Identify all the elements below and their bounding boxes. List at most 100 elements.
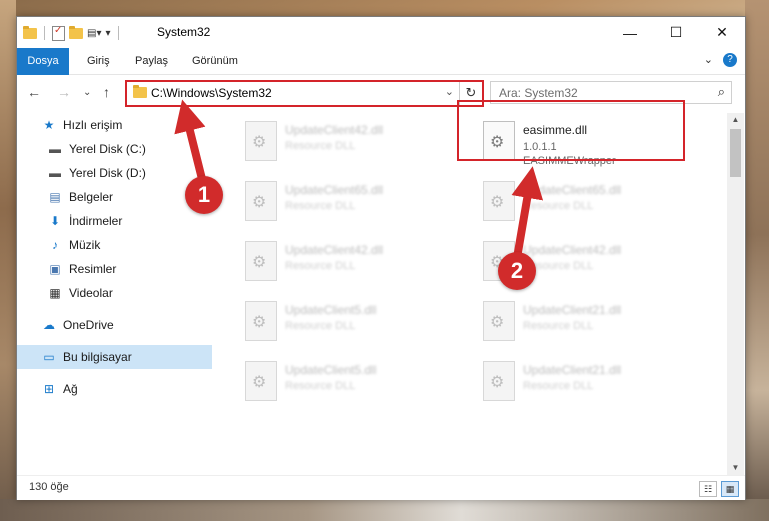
toolbar-dropdown-icon[interactable]: ▾ (105, 28, 110, 39)
sidebar-item-videos[interactable]: ▦ Videolar 📌 (17, 281, 242, 305)
sidebar-item-label: OneDrive (63, 318, 114, 332)
file-description: Resource DLL (285, 200, 356, 212)
sidebar-item-label: Müzik (69, 238, 101, 252)
file-description: Resource DLL (523, 200, 594, 212)
step-1-badge: 1 (185, 176, 223, 214)
new-folder-icon[interactable] (69, 25, 83, 39)
drive-icon: ▬ (49, 166, 61, 180)
up-button[interactable]: ↑ (103, 84, 110, 100)
forward-button[interactable]: → (57, 84, 71, 100)
file-item[interactable]: UpdateClient65.dll Resource DLL (475, 177, 700, 233)
search-icon[interactable]: ⌕ (718, 84, 725, 100)
dll-file-icon (245, 121, 277, 161)
quick-access-toolbar: ▤▾ ▾ (23, 25, 122, 41)
file-description: Resource DLL (285, 380, 356, 392)
file-item[interactable]: UpdateClient21.dll Resource DLL (475, 297, 700, 353)
dll-file-icon (245, 241, 277, 281)
back-button[interactable]: ← (27, 84, 41, 100)
folder-icon (133, 85, 147, 98)
file-name: UpdateClient5.dll (285, 363, 377, 377)
file-item[interactable]: UpdateClient5.dll Resource DLL (237, 357, 462, 413)
star-icon: ★ (43, 118, 55, 132)
address-dropdown-icon[interactable]: ⌄ (445, 85, 454, 98)
sidebar-item-label: Ağ (63, 382, 78, 396)
file-item[interactable]: UpdateClient42.dll Resource DLL (237, 117, 462, 173)
file-item[interactable]: UpdateClient65.dll Resource DLL (237, 177, 462, 233)
file-name: UpdateClient65.dll (285, 183, 384, 197)
sidebar-item-label: Belgeler (69, 190, 114, 204)
status-bar: 130 öğe ☷ ▦ (17, 475, 745, 500)
minimize-button[interactable]: — (607, 17, 653, 48)
dll-file-icon (245, 301, 277, 341)
title-bar: ▤▾ ▾ System32 — ☐ ✕ (17, 17, 745, 48)
sidebar-item-quick-access[interactable]: ★ Hızlı erişim (17, 113, 236, 137)
file-description: Resource DLL (523, 380, 594, 392)
video-icon: ▦ (49, 286, 61, 300)
close-button[interactable]: ✕ (699, 17, 745, 48)
sidebar-item-music[interactable]: ♪ Müzik 📌 (17, 233, 242, 257)
item-count: 130 öğe (29, 481, 69, 493)
ribbon: Dosya Giriş Paylaş Görünüm ⌄ ? (17, 48, 745, 104)
tab-share[interactable]: Paylaş (135, 48, 168, 74)
ribbon-controls: ⌄ ? (704, 53, 737, 67)
desktop-background-left (0, 0, 16, 521)
toolbar-divider (44, 26, 45, 40)
folder-icon[interactable] (23, 25, 37, 39)
dll-file-icon (483, 361, 515, 401)
file-name: UpdateClient42.dll (523, 243, 622, 257)
download-icon: ⬇ (49, 214, 61, 228)
file-name: UpdateClient21.dll (523, 363, 622, 377)
file-item[interactable]: UpdateClient5.dll Resource DLL (237, 297, 462, 353)
scrollbar-thumb[interactable] (730, 129, 741, 177)
easimme-highlight-box (457, 100, 685, 161)
file-item[interactable]: UpdateClient21.dll Resource DLL (475, 357, 700, 413)
sidebar-item-onedrive[interactable]: ☁ OneDrive (17, 313, 236, 337)
sidebar-item-disk-c[interactable]: ▬ Yerel Disk (C:) 📌 (17, 137, 242, 161)
desktop-background-right (745, 0, 769, 521)
maximize-button[interactable]: ☐ (653, 17, 699, 48)
sidebar-item-network[interactable]: ⊞ Ağ (17, 377, 236, 401)
drive-icon: ▬ (49, 142, 61, 156)
navigation-pane: ★ Hızlı erişim ▬ Yerel Disk (C:) 📌 ▬ Yer… (17, 113, 236, 473)
documents-icon: ▤ (49, 190, 61, 204)
desktop-background-bottom (0, 499, 769, 521)
file-description: Resource DLL (285, 320, 356, 332)
network-icon: ⊞ (43, 382, 55, 396)
file-name: UpdateClient42.dll (285, 243, 384, 257)
sidebar-item-label: İndirmeler (69, 214, 123, 228)
vertical-scrollbar[interactable]: ▲ ▼ (727, 113, 744, 475)
tab-home[interactable]: Giriş (87, 48, 110, 74)
sidebar-item-label: Bu bilgisayar (63, 350, 132, 364)
address-path[interactable]: C:\Windows\System32 (151, 86, 272, 100)
step-2-badge: 2 (498, 252, 536, 290)
dll-file-icon (245, 181, 277, 221)
ribbon-expand-icon[interactable]: ⌄ (704, 53, 713, 67)
pictures-icon: ▣ (49, 262, 61, 276)
tab-view[interactable]: Görünüm (192, 48, 238, 74)
scroll-down-icon[interactable]: ▼ (727, 461, 744, 475)
sidebar-item-label: Hızlı erişim (63, 118, 123, 132)
file-description: Resource DLL (285, 260, 356, 272)
dll-file-icon (245, 361, 277, 401)
help-icon[interactable]: ? (723, 53, 737, 67)
file-item[interactable]: UpdateClient42.dll Resource DLL (237, 237, 462, 293)
customize-toolbar-icon[interactable]: ▤▾ (87, 28, 101, 39)
details-view-icon[interactable]: ☷ (699, 481, 717, 497)
sidebar-item-label: Yerel Disk (C:) (69, 142, 146, 156)
tiles-view-icon[interactable]: ▦ (721, 481, 739, 497)
computer-icon: ▭ (43, 350, 55, 364)
file-description: Resource DLL (523, 320, 594, 332)
file-list: UpdateClient42.dll Resource DLL easimme.… (215, 113, 725, 471)
sidebar-item-label: Videolar (69, 286, 113, 300)
file-description: Resource DLL (285, 140, 356, 152)
window-title: System32 (157, 25, 211, 39)
address-bar[interactable]: C:\Windows\System32 ⌄ ↻ (125, 80, 484, 107)
file-name: UpdateClient21.dll (523, 303, 622, 317)
file-name: UpdateClient5.dll (285, 303, 377, 317)
properties-icon[interactable] (52, 25, 65, 41)
scroll-up-icon[interactable]: ▲ (727, 113, 744, 127)
recent-locations-button[interactable]: ⌄ (83, 87, 91, 98)
sidebar-item-pictures[interactable]: ▣ Resimler 📌 (17, 257, 242, 281)
explorer-window: ▤▾ ▾ System32 — ☐ ✕ Dosya Giriş Paylaş G… (16, 16, 746, 500)
sidebar-item-this-pc[interactable]: ▭ Bu bilgisayar (17, 345, 212, 369)
